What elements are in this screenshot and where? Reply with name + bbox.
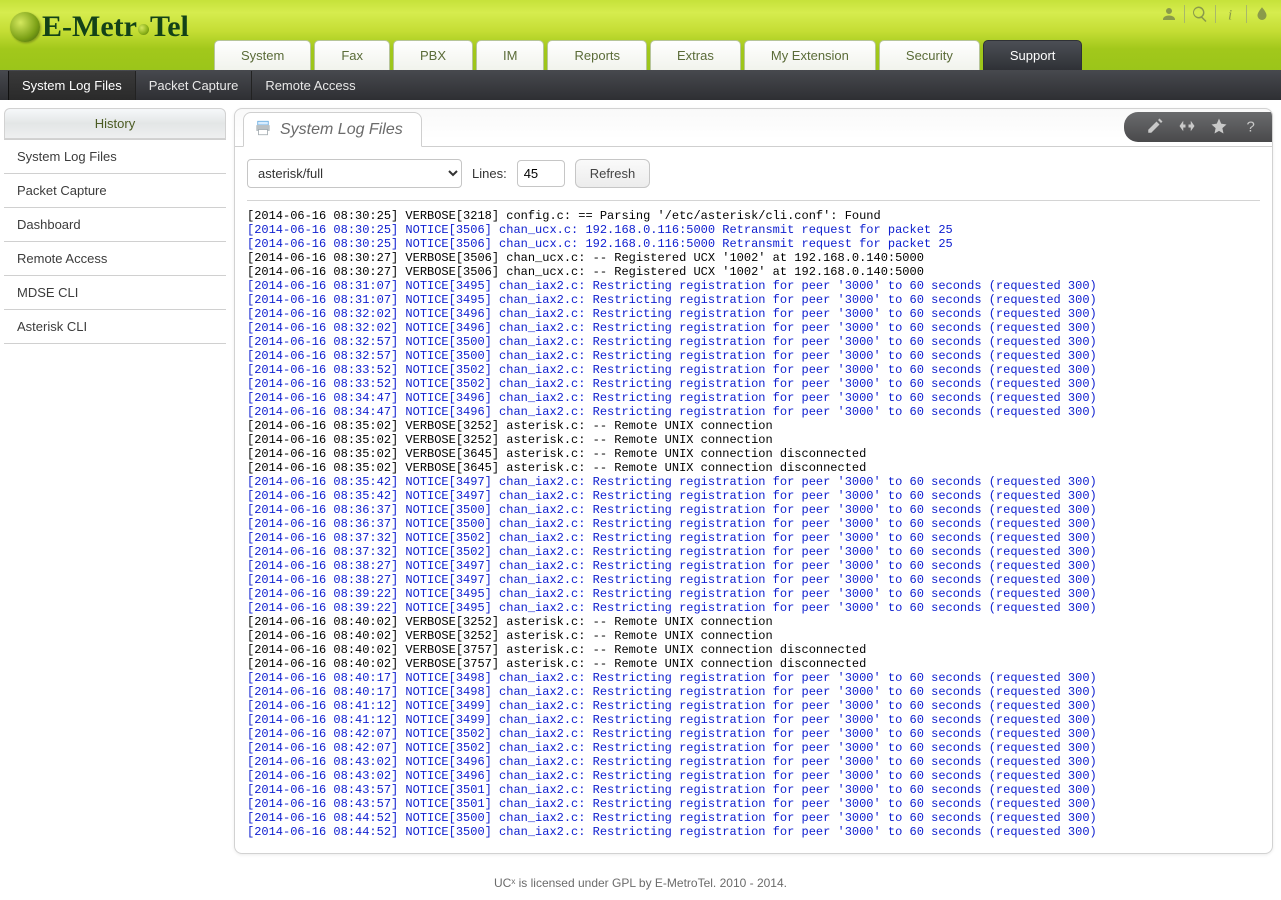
main-tabs: SystemFaxPBXIMReportsExtrasMy ExtensionS… [214,40,1085,70]
help-icon[interactable]: ? [1242,117,1260,138]
sidebar-item-asterisk-cli[interactable]: Asterisk CLI [4,310,226,344]
subnav-system-log-files[interactable]: System Log Files [8,71,136,100]
collapse-icon[interactable] [1178,117,1196,138]
sidebar-item-remote-access[interactable]: Remote Access [4,242,226,276]
tab-reports[interactable]: Reports [547,40,647,70]
sidebar: History System Log FilesPacket CaptureDa… [0,100,230,862]
separator [1246,5,1247,23]
tab-system[interactable]: System [214,40,311,70]
lines-input[interactable] [517,160,565,187]
tab-my-extension[interactable]: My Extension [744,40,876,70]
sidebar-item-packet-capture[interactable]: Packet Capture [4,174,226,208]
refresh-button[interactable]: Refresh [575,159,651,188]
svg-text:i: i [1228,7,1232,23]
info-icon[interactable]: i [1220,3,1242,25]
panel-actions: ? [1124,112,1272,142]
panel: System Log Files ? asterisk/full Lines: … [234,108,1273,854]
log-output: [2014-06-16 08:30:25] VERBOSE[3218] conf… [247,209,1260,839]
sidebar-item-mdse-cli[interactable]: MDSE CLI [4,276,226,310]
brand-text-e: E [42,10,62,43]
panel-title: System Log Files [280,121,403,139]
logfile-select[interactable]: asterisk/full [247,159,462,188]
panel-tab: System Log Files [243,112,422,147]
controls-row: asterisk/full Lines: Refresh [247,159,1260,188]
star-icon[interactable] [1210,117,1228,138]
svg-text:?: ? [1247,118,1255,135]
brand-text-metro: -Metr [62,10,137,43]
drop-icon[interactable] [1251,3,1273,25]
brand-text-tel: Tel [150,10,189,43]
print-icon[interactable] [254,119,272,140]
top-icons: i [1158,3,1273,25]
tab-support[interactable]: Support [983,40,1083,70]
sidebar-item-system-log-files[interactable]: System Log Files [4,139,226,174]
tab-extras[interactable]: Extras [650,40,741,70]
tab-im[interactable]: IM [476,40,544,70]
lines-label: Lines: [472,166,507,181]
tab-security[interactable]: Security [879,40,980,70]
main-content: System Log Files ? asterisk/full Lines: … [230,100,1281,862]
separator [1184,5,1185,23]
subnav-packet-capture[interactable]: Packet Capture [136,71,253,100]
edit-icon[interactable] [1146,117,1164,138]
separator [1215,5,1216,23]
user-icon[interactable] [1158,3,1180,25]
logo-dot-icon [10,12,40,42]
sidebar-heading: History [4,108,226,139]
search-icon[interactable] [1189,3,1211,25]
footer-text: UCˣ is licensed under GPL by E-MetroTel.… [0,862,1281,900]
subnav-remote-access[interactable]: Remote Access [252,71,368,100]
divider [247,200,1260,201]
panel-header: System Log Files ? [235,109,1272,147]
brand-logo: E-Metr Tel [10,10,189,44]
top-bar: E-Metr Tel i SystemFaxPBXIMReportsExtrasM… [0,0,1281,70]
logo-dot-small-icon [138,24,149,35]
tab-fax[interactable]: Fax [314,40,390,70]
sub-nav: System Log FilesPacket CaptureRemote Acc… [0,70,1281,100]
tab-pbx[interactable]: PBX [393,40,473,70]
sidebar-item-dashboard[interactable]: Dashboard [4,208,226,242]
